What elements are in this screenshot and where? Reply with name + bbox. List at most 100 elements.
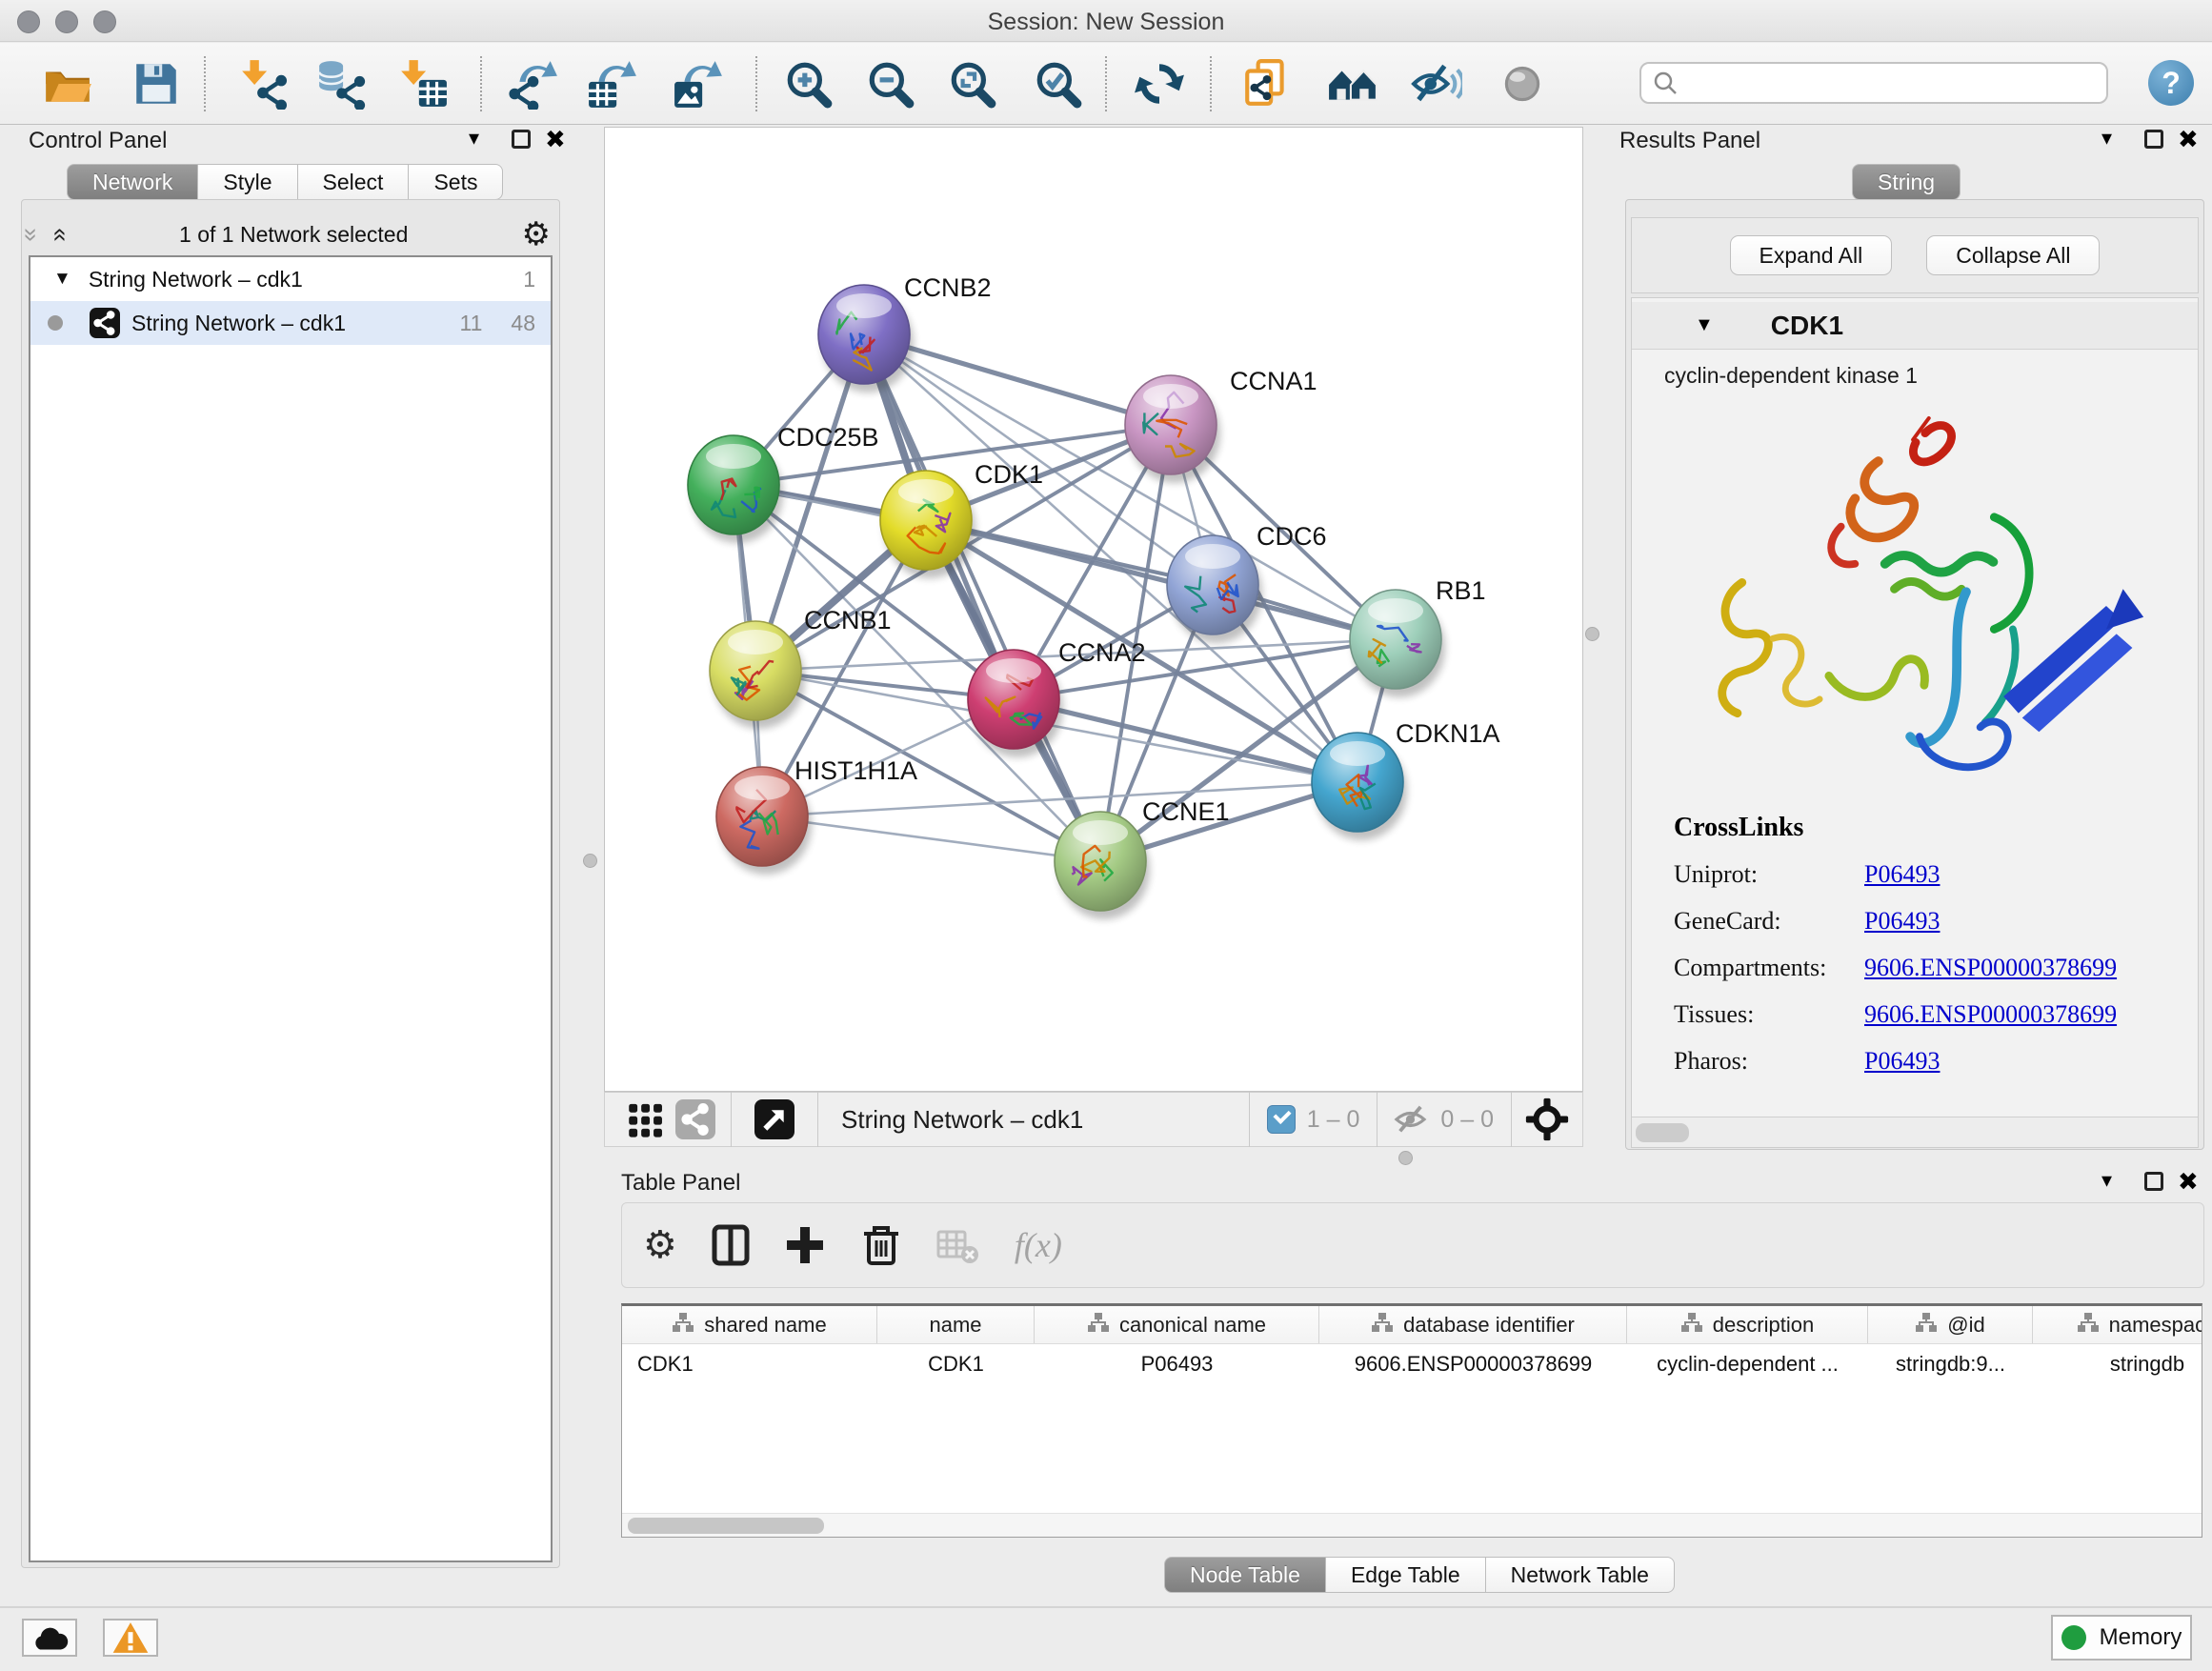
delete-table-icon[interactable] bbox=[936, 1224, 980, 1266]
results-panel-close-icon[interactable]: ✖ bbox=[2178, 125, 2199, 154]
export-table-icon[interactable] bbox=[587, 58, 638, 110]
control-panel-menu-icon[interactable]: ▾ bbox=[469, 126, 479, 151]
warning-button[interactable] bbox=[103, 1619, 158, 1657]
hide-selected-icon[interactable] bbox=[1411, 58, 1462, 110]
tab-string[interactable]: String bbox=[1852, 164, 1961, 200]
table-panel-menu-icon[interactable]: ▾ bbox=[2101, 1168, 2112, 1193]
search-field[interactable] bbox=[1639, 62, 2108, 104]
tab-select[interactable]: Select bbox=[298, 164, 410, 200]
show-columns-icon[interactable] bbox=[712, 1224, 750, 1266]
table-row[interactable]: CDK1CDK1P064939606.ENSP00000378699cyclin… bbox=[622, 1344, 2202, 1384]
import-table-from-file-icon[interactable] bbox=[397, 58, 449, 110]
control-panel-close-icon[interactable]: ✖ bbox=[545, 125, 566, 154]
column-header-shared-name[interactable]: shared name bbox=[622, 1306, 877, 1343]
share-network-icon[interactable] bbox=[675, 1099, 715, 1139]
crosslink-link[interactable]: 9606.ENSP00000378699 bbox=[1864, 1000, 2117, 1029]
help-button[interactable]: ? bbox=[2148, 60, 2194, 106]
node-RB1[interactable]: RB1 bbox=[1350, 576, 1486, 697]
zoom-selected-icon[interactable] bbox=[1033, 58, 1084, 110]
zoom-fit-content-icon[interactable] bbox=[947, 58, 998, 110]
table-options-gear-icon[interactable]: ⚙ bbox=[643, 1223, 677, 1267]
save-session-icon[interactable] bbox=[131, 58, 182, 110]
column-header-name[interactable]: name bbox=[877, 1306, 1035, 1343]
open-file-icon[interactable] bbox=[42, 58, 93, 110]
memory-button[interactable]: Memory bbox=[2051, 1615, 2192, 1661]
new-network-from-selection-icon[interactable] bbox=[1241, 58, 1293, 110]
import-network-from-file-icon[interactable] bbox=[238, 58, 290, 110]
delete-column-icon[interactable] bbox=[860, 1223, 902, 1267]
tab-style[interactable]: Style bbox=[198, 164, 297, 200]
export-network-icon[interactable] bbox=[508, 58, 559, 110]
column-header-description[interactable]: description bbox=[1627, 1306, 1868, 1343]
node-label-CDC25B: CDC25B bbox=[777, 423, 879, 452]
tab-node-table[interactable]: Node Table bbox=[1164, 1557, 1326, 1593]
birdseye-navigator-icon[interactable] bbox=[754, 1099, 794, 1139]
cloud-button[interactable] bbox=[22, 1619, 77, 1657]
network-canvas[interactable]: CCNB2CCNA1CDC25BCDK1CDC6RB1CCNB1CCNA2CDK… bbox=[604, 127, 1583, 1092]
left-splitter-handle[interactable] bbox=[583, 854, 597, 868]
pan-crosshair-icon[interactable] bbox=[1525, 1097, 1569, 1141]
shared-column-icon bbox=[672, 1312, 694, 1339]
search-input[interactable] bbox=[1687, 70, 2095, 95]
zoom-in-icon[interactable] bbox=[783, 58, 835, 110]
column-header-namespace[interactable]: namespace bbox=[2033, 1306, 2202, 1343]
network-selection-header: » » 1 of 1 Network selected ⚙ bbox=[25, 214, 556, 254]
table-panel-float-icon[interactable] bbox=[2144, 1172, 2163, 1196]
control-panel-float-icon[interactable] bbox=[512, 130, 531, 153]
show-all-icon[interactable] bbox=[1497, 58, 1548, 110]
results-scrollbar[interactable] bbox=[1632, 1117, 2198, 1147]
first-neighbors-icon[interactable] bbox=[1327, 58, 1378, 110]
cell: CDK1 bbox=[622, 1344, 877, 1384]
table-scrollbar[interactable] bbox=[622, 1513, 2202, 1537]
column-header-@id[interactable]: @id bbox=[1868, 1306, 2033, 1343]
crosslink-link[interactable]: P06493 bbox=[1864, 907, 1940, 936]
expand-all-networks-icon[interactable]: » bbox=[44, 228, 73, 241]
right-splitter-handle[interactable] bbox=[1585, 627, 1599, 641]
tab-edge-table[interactable]: Edge Table bbox=[1326, 1557, 1486, 1593]
gene-expander-icon[interactable]: ▼ bbox=[1695, 314, 1714, 336]
network-selection-summary: 1 of 1 Network selected bbox=[66, 222, 522, 248]
create-column-icon[interactable] bbox=[784, 1224, 826, 1266]
selected-checkbox[interactable] bbox=[1267, 1105, 1296, 1134]
node-CDK1[interactable]: CDK1 bbox=[880, 460, 1043, 578]
collection-expander-icon[interactable]: ▼ bbox=[53, 269, 71, 290]
memory-label: Memory bbox=[2100, 1624, 2182, 1651]
tab-network-table[interactable]: Network Table bbox=[1486, 1557, 1675, 1593]
expand-all-button[interactable]: Expand All bbox=[1730, 235, 1893, 275]
crosslink-link[interactable]: 9606.ENSP00000378699 bbox=[1864, 954, 2117, 982]
node-CDC6[interactable]: CDC6 bbox=[1167, 522, 1327, 643]
column-header-database-identifier[interactable]: database identifier bbox=[1319, 1306, 1627, 1343]
crosslink-link[interactable]: P06493 bbox=[1864, 1047, 1940, 1076]
crosslink-link[interactable]: P06493 bbox=[1864, 860, 1940, 889]
horizontal-splitter-handle[interactable] bbox=[1398, 1151, 1413, 1165]
collapse-all-networks-icon[interactable]: » bbox=[17, 228, 47, 241]
results-scrollbar-thumb[interactable] bbox=[1636, 1123, 1689, 1142]
table-panel-close-icon[interactable]: ✖ bbox=[2178, 1167, 2199, 1197]
function-builder-icon[interactable]: f(x) bbox=[1015, 1225, 1062, 1265]
collapse-all-button[interactable]: Collapse All bbox=[1926, 235, 2100, 275]
zoom-out-icon[interactable] bbox=[865, 58, 916, 110]
results-panel-menu-icon[interactable]: ▾ bbox=[2101, 126, 2112, 151]
node-CCNE1[interactable]: CCNE1 bbox=[1055, 797, 1230, 919]
column-header-canonical-name[interactable]: canonical name bbox=[1035, 1306, 1319, 1343]
export-image-icon[interactable] bbox=[673, 58, 724, 110]
import-network-from-database-icon[interactable] bbox=[315, 58, 367, 110]
edge-HIST1H1A-CCNE1[interactable] bbox=[762, 816, 1100, 861]
network-row-selected[interactable]: String Network – cdk1 11 48 bbox=[30, 301, 551, 345]
gene-section-header[interactable]: ▼ CDK1 bbox=[1632, 302, 2198, 350]
grid-view-icon[interactable] bbox=[626, 1099, 666, 1139]
results-panel-float-icon[interactable] bbox=[2144, 130, 2163, 153]
network-collection-row[interactable]: ▼ String Network – cdk1 1 bbox=[30, 257, 551, 301]
node-CCNA1[interactable]: CCNA1 bbox=[1125, 367, 1317, 483]
hidden-eye-icon[interactable] bbox=[1393, 1100, 1431, 1138]
node-CDKN1A[interactable]: CDKN1A bbox=[1312, 719, 1500, 840]
tab-sets[interactable]: Sets bbox=[409, 164, 503, 200]
tab-network[interactable]: Network bbox=[67, 164, 198, 200]
table-scrollbar-thumb[interactable] bbox=[628, 1518, 824, 1534]
node-CCNB2[interactable]: CCNB2 bbox=[818, 273, 992, 393]
apply-preferred-layout-icon[interactable] bbox=[1134, 58, 1185, 110]
shared-column-icon bbox=[1087, 1312, 1110, 1339]
node-HIST1H1A[interactable]: HIST1H1A bbox=[716, 756, 917, 875]
network-options-gear-icon[interactable]: ⚙ bbox=[522, 215, 551, 253]
node-CCNB1[interactable]: CCNB1 bbox=[710, 606, 892, 729]
